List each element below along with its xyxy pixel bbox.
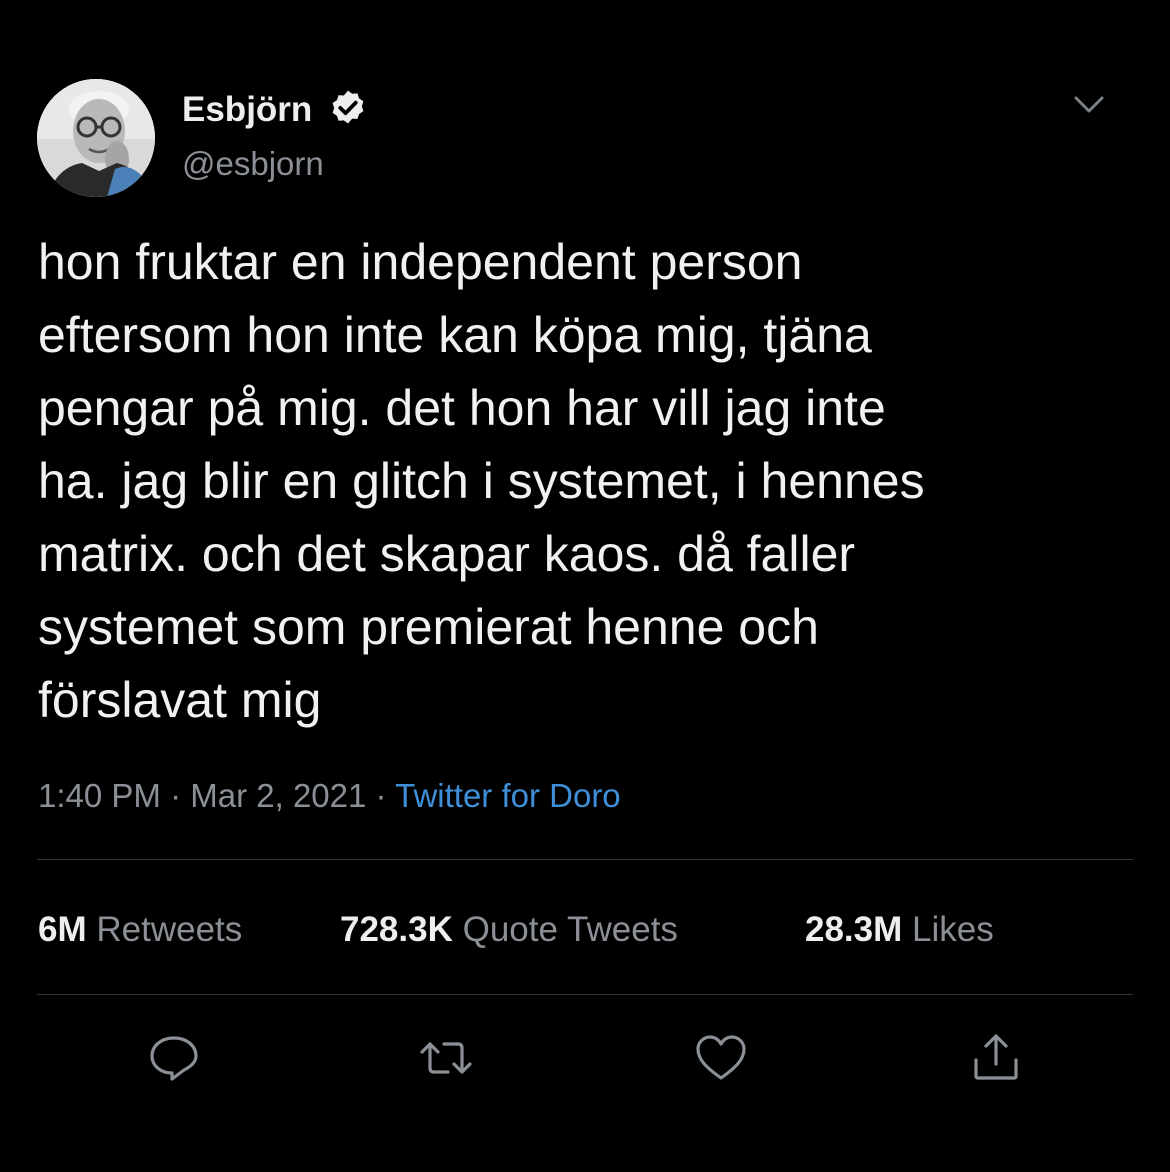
author-name[interactable]: Esbjörn xyxy=(182,88,312,132)
retweets-label: Retweets xyxy=(96,910,243,949)
retweets-stat[interactable]: 6M Retweets xyxy=(38,906,242,954)
retweet-icon xyxy=(420,1042,472,1074)
chevron-down-icon[interactable] xyxy=(1070,90,1108,120)
profile-photo-icon xyxy=(37,79,155,197)
share-button[interactable] xyxy=(968,1030,1024,1086)
tweet-source-link[interactable]: Twitter for Doro xyxy=(395,777,621,814)
meta-separator: · xyxy=(170,777,182,814)
quote-tweets-label: Quote Tweets xyxy=(462,910,678,949)
tweet-text-line: matrix. och det skapar kaos. då faller xyxy=(38,526,856,582)
tweet-date[interactable]: Mar 2, 2021 xyxy=(190,777,366,814)
likes-count: 28.3M xyxy=(805,910,903,949)
tweet-text-line: eftersom hon inte kan köpa mig, tjäna xyxy=(38,307,872,363)
tweet-text-line: systemet som premierat henne och xyxy=(38,599,819,655)
tweet-text: hon fruktar en independent person efters… xyxy=(38,226,1138,737)
likes-stat[interactable]: 28.3M Likes xyxy=(805,906,994,954)
tweet-text-line: pengar på mig. det hon har vill jag inte xyxy=(38,380,886,436)
reply-button[interactable] xyxy=(146,1030,202,1086)
share-icon xyxy=(974,1034,1018,1080)
retweets-count: 6M xyxy=(38,910,87,949)
tweet-time[interactable]: 1:40 PM xyxy=(38,777,161,814)
tweet-card: Esbjörn @esbjorn hon fruktar en independ… xyxy=(0,0,1170,1172)
tweet-text-line: ha. jag blir en glitch i systemet, i hen… xyxy=(38,453,925,509)
avatar[interactable] xyxy=(37,79,155,197)
divider xyxy=(37,994,1133,995)
like-button[interactable] xyxy=(693,1030,749,1086)
likes-label: Likes xyxy=(912,910,994,949)
tweet-meta: 1:40 PM · Mar 2, 2021 · Twitter for Doro xyxy=(38,774,621,818)
tweet-text-line: hon fruktar en independent person xyxy=(38,234,803,290)
heart-icon xyxy=(696,1035,746,1080)
meta-separator: · xyxy=(375,777,387,814)
retweet-button[interactable] xyxy=(418,1030,474,1086)
author-handle[interactable]: @esbjorn xyxy=(182,142,324,186)
divider xyxy=(37,859,1133,860)
reply-icon xyxy=(150,1036,198,1081)
quote-tweets-count: 728.3K xyxy=(340,910,453,949)
quote-tweets-stat[interactable]: 728.3K Quote Tweets xyxy=(340,906,678,954)
tweet-text-line: förslavat mig xyxy=(38,672,322,728)
verified-badge-icon xyxy=(332,90,364,124)
